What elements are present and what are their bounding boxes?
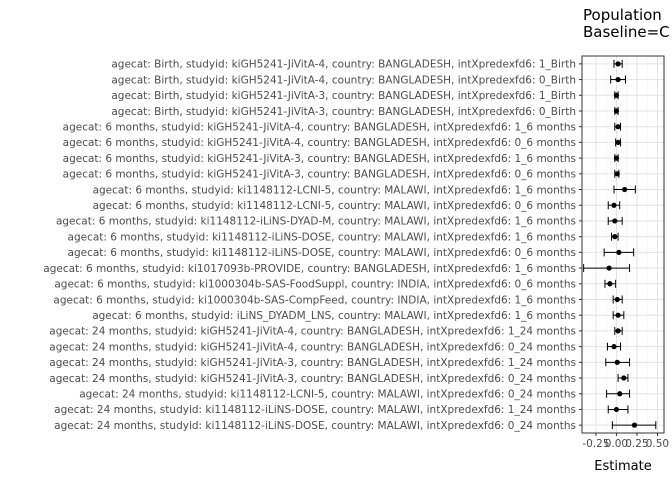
category-label: agecat: 24 months, studyid: ki1148112-LC… bbox=[79, 389, 576, 401]
estimate-point bbox=[631, 422, 638, 428]
estimate-point bbox=[612, 234, 618, 240]
estimate-point bbox=[615, 124, 621, 130]
category-label: agecat: 24 months, studyid: kiGH5241-JiV… bbox=[49, 373, 576, 385]
estimate-point bbox=[614, 359, 620, 365]
category-label: agecat: 24 months, studyid: kiGH5241-JiV… bbox=[49, 326, 576, 338]
estimate-point bbox=[612, 218, 618, 224]
category-label: agecat: 6 months, studyid: ki1148112-LCN… bbox=[93, 184, 576, 196]
estimate-point bbox=[613, 92, 620, 98]
x-axis-title: Estimate bbox=[594, 459, 651, 474]
estimate-point bbox=[611, 344, 617, 350]
category-label: agecat: 6 months, studyid: ki1148112-iLi… bbox=[68, 231, 576, 243]
forest-plot: Population Baseline=C agecat: Birth, stud… bbox=[43, 6, 670, 474]
estimate-point bbox=[615, 139, 621, 145]
chart-title: Population Baseline=C bbox=[583, 6, 670, 41]
category-label: agecat: 6 months, studyid: ki1148112-iLi… bbox=[56, 216, 576, 228]
estimate-point bbox=[614, 296, 620, 303]
x-tick-label: 0.50 bbox=[646, 438, 669, 450]
estimate-point bbox=[615, 76, 621, 83]
category-label: agecat: 6 months, studyid: ki1148112-LCN… bbox=[93, 200, 576, 212]
category-label: agecat: Birth, studyid: kiGH5241-JiVitA-… bbox=[111, 106, 576, 118]
estimate-point bbox=[613, 155, 620, 161]
estimate-point bbox=[607, 281, 613, 287]
category-label: agecat: 24 months, studyid: kiGH5241-JiV… bbox=[49, 357, 576, 369]
category-label: agecat: 6 months, studyid: kiGH5241-JiVi… bbox=[63, 121, 576, 133]
category-label: agecat: 6 months, studyid: ki1017093b-PR… bbox=[43, 263, 576, 275]
category-label: agecat: 6 months, studyid: ki1148112-iLi… bbox=[68, 247, 576, 259]
estimate-point bbox=[615, 328, 621, 334]
category-label: agecat: 24 months, studyid: kiGH5241-JiV… bbox=[49, 341, 576, 353]
y-axis-labels: agecat: Birth, studyid: kiGH5241-JiVitA-… bbox=[43, 59, 582, 432]
estimate-point bbox=[611, 202, 617, 208]
category-label: agecat: 6 months, studyid: kiGH5241-JiVi… bbox=[63, 169, 576, 181]
estimate-point bbox=[606, 265, 612, 271]
category-label: agecat: 6 months, studyid: kiGH5241-JiVi… bbox=[63, 153, 576, 165]
category-label: agecat: Birth, studyid: kiGH5241-JiVitA-… bbox=[111, 74, 576, 86]
estimate-point bbox=[613, 406, 620, 413]
category-label: agecat: Birth, studyid: kiGH5241-JiVitA-… bbox=[111, 90, 576, 102]
estimate-point bbox=[616, 249, 622, 255]
estimate-point bbox=[614, 171, 620, 177]
x-axis-ticks: -0.250.000.250.50 bbox=[582, 433, 669, 450]
estimate-point bbox=[615, 61, 621, 67]
estimate-point bbox=[617, 391, 623, 397]
estimate-point bbox=[621, 375, 627, 381]
category-label: agecat: 24 months, studyid: ki1148112-iL… bbox=[54, 420, 576, 432]
category-label: agecat: 6 months, studyid: kiGH5241-JiVi… bbox=[63, 137, 576, 149]
category-label: agecat: Birth, studyid: kiGH5241-JiVitA-… bbox=[111, 59, 576, 71]
category-label: agecat: 6 months, studyid: iLiNS_DYADM_L… bbox=[92, 310, 576, 322]
category-label: agecat: 6 months, studyid: ki1000304b-SA… bbox=[53, 294, 576, 306]
category-label: agecat: 6 months, studyid: ki1000304b-SA… bbox=[54, 279, 576, 291]
estimate-point bbox=[615, 312, 621, 318]
estimate-point bbox=[622, 186, 628, 193]
estimate-point bbox=[613, 108, 620, 114]
category-label: agecat: 24 months, studyid: ki1148112-iL… bbox=[54, 404, 576, 416]
